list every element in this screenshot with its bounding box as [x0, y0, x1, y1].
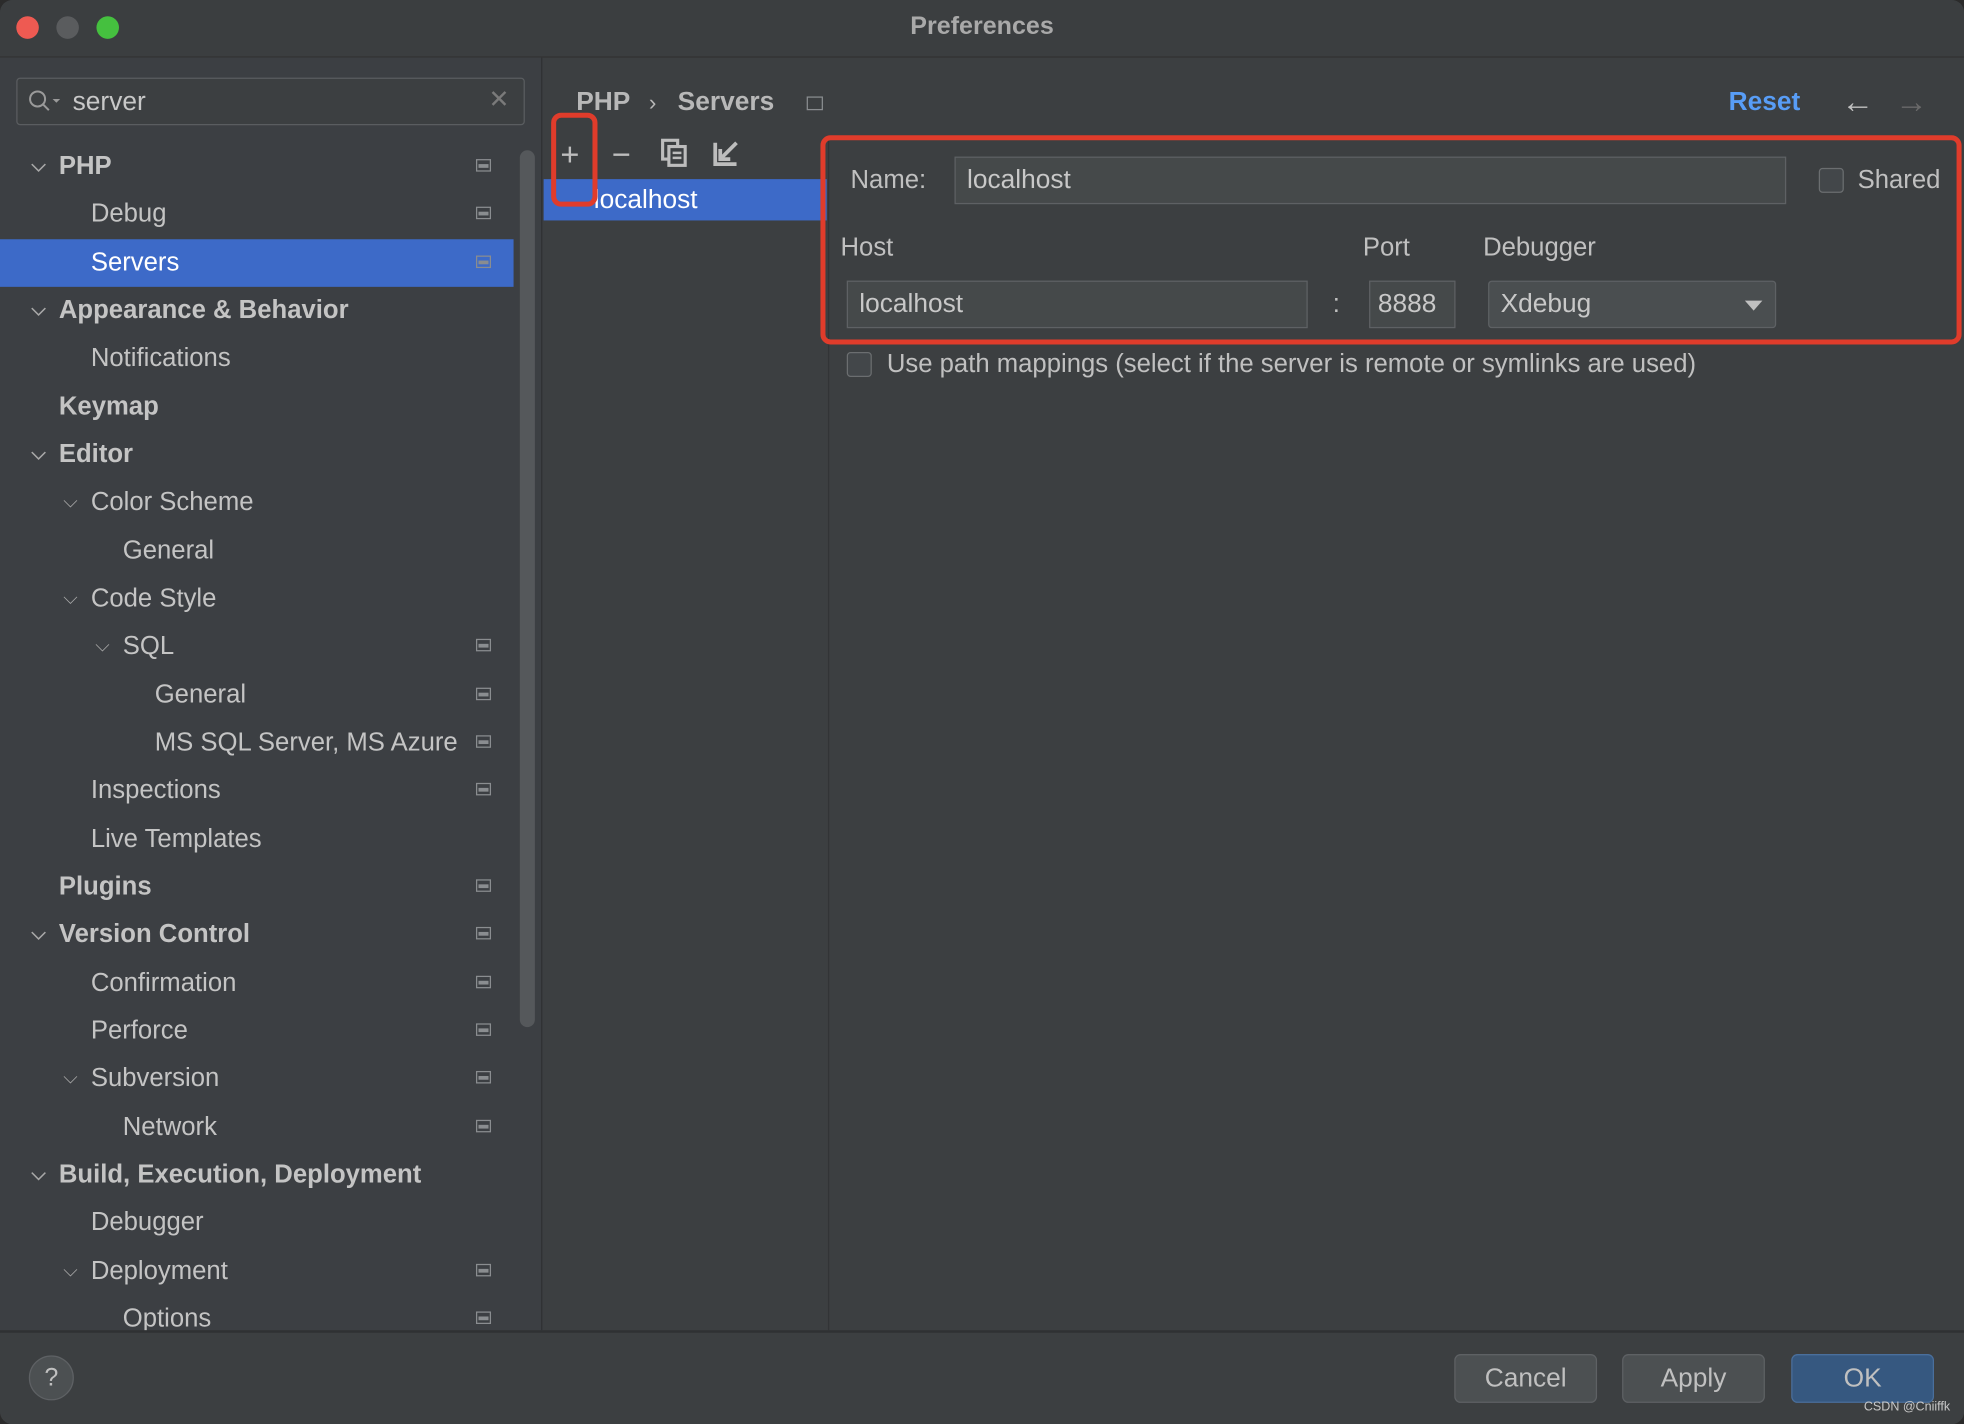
tree-item-label: Confirmation: [90, 967, 237, 997]
tree-item-label: General: [122, 535, 215, 565]
project-scope-icon: [475, 879, 492, 892]
chevron-down-icon[interactable]: ⌵: [63, 1247, 77, 1295]
tree-item-label: Network: [122, 1111, 217, 1141]
window-title: Preferences: [910, 12, 1054, 41]
tree-item[interactable]: ⌵ Code Style: [0, 575, 514, 623]
tree-item[interactable]: MS SQL Server, MS Azure: [0, 719, 514, 767]
path-mappings-checkbox[interactable]: [846, 351, 872, 378]
project-scope-icon: [475, 927, 492, 940]
project-scope-icon: [475, 975, 492, 988]
project-scope-icon: [475, 1119, 492, 1132]
highlight-server-form: [820, 135, 1962, 345]
back-arrow-icon[interactable]: ←: [1841, 83, 1874, 122]
tree-item[interactable]: Debugger: [0, 1199, 514, 1247]
chevron-down-icon[interactable]: ⌵: [31, 1151, 45, 1199]
chevron-down-icon[interactable]: ⌵: [31, 287, 45, 335]
tree-item-label: Subversion: [90, 1063, 220, 1093]
apply-button[interactable]: Apply: [1622, 1354, 1765, 1403]
sidebar-scrollbar[interactable]: [519, 150, 535, 1028]
project-scope-icon: [475, 687, 492, 700]
copy-server-icon[interactable]: [659, 138, 689, 168]
tree-item[interactable]: ⌵ SQL: [0, 623, 514, 671]
tree-item[interactable]: Perforce: [0, 1007, 514, 1055]
tree-item[interactable]: ⌵ Editor: [0, 431, 514, 479]
tree-item-label: Live Templates: [90, 823, 262, 853]
tree-item-label: Servers: [90, 247, 180, 277]
search-value: server: [72, 87, 146, 117]
tree-item[interactable]: Servers: [0, 238, 514, 287]
title-bar: Preferences: [0, 0, 1964, 58]
help-button[interactable]: ?: [28, 1355, 74, 1401]
tree-item[interactable]: Live Templates: [0, 815, 514, 863]
tree-item[interactable]: Confirmation: [0, 959, 514, 1007]
tree-item[interactable]: ⌵ Version Control: [0, 911, 514, 959]
tree-item[interactable]: Inspections: [0, 767, 514, 815]
tree-item-label: Version Control: [58, 919, 251, 949]
tree-item[interactable]: General: [0, 527, 514, 575]
tree-item-label: General: [154, 679, 247, 709]
project-scope-icon: [475, 639, 492, 652]
cancel-button[interactable]: Cancel: [1454, 1354, 1598, 1403]
tree-item[interactable]: Keymap: [0, 383, 514, 431]
project-scope-icon: [475, 255, 492, 268]
ok-button[interactable]: OK: [1791, 1354, 1935, 1403]
tree-item[interactable]: General: [0, 671, 514, 719]
breadcrumb-separator: ›: [648, 90, 657, 116]
project-scope-icon: [475, 159, 492, 172]
reset-link[interactable]: Reset: [1729, 88, 1801, 118]
import-server-icon[interactable]: [711, 138, 741, 168]
chevron-down-icon[interactable]: ⌵: [63, 575, 77, 623]
tree-item[interactable]: Plugins: [0, 863, 514, 911]
chevron-down-icon[interactable]: ⌵: [95, 623, 109, 671]
tree-item[interactable]: ⌵ Appearance & Behavior: [0, 287, 514, 335]
project-scope-icon: [475, 207, 492, 220]
remove-server-button[interactable]: −: [603, 135, 641, 174]
tree-item-label: Notifications: [90, 343, 231, 373]
tree-item-label: Deployment: [90, 1255, 228, 1285]
clear-search-icon[interactable]: ✕: [489, 84, 510, 115]
chevron-down-icon[interactable]: ⌵: [31, 143, 45, 191]
tree-item-label: Code Style: [90, 583, 217, 613]
highlight-add-button: [551, 112, 598, 207]
project-scope-icon: [475, 1311, 492, 1324]
tree-item-label: Debug: [90, 199, 167, 229]
search-input[interactable]: server ✕: [16, 77, 525, 126]
tree-item-label: Perforce: [90, 1015, 188, 1045]
project-scope-icon: [475, 1263, 492, 1276]
tree-item[interactable]: Network: [0, 1103, 514, 1151]
tree-item-label: Color Scheme: [90, 487, 254, 517]
tree-item[interactable]: Debug: [0, 191, 514, 239]
tree-item[interactable]: Notifications: [0, 335, 514, 383]
search-icon: [29, 90, 61, 111]
chevron-down-icon[interactable]: ⌵: [31, 911, 45, 959]
tree-item-label: Build, Execution, Deployment: [58, 1159, 422, 1189]
tree-item[interactable]: ⌵ PHP: [0, 143, 514, 191]
breadcrumb-current: Servers: [677, 87, 775, 117]
project-scope-icon: [806, 96, 823, 111]
forward-arrow-icon[interactable]: →: [1895, 83, 1928, 122]
tree-item-label: Editor: [58, 439, 134, 469]
tree-item-label: Plugins: [58, 871, 152, 901]
tree-item-label: Appearance & Behavior: [58, 295, 349, 325]
preferences-window: Preferences server ✕ ⌵ PHP Debug Servers ⌵ Ap…: [0, 0, 1964, 1424]
tree-item-label: Debugger: [90, 1207, 204, 1237]
tree-item-label: PHP: [58, 151, 112, 181]
tree-item[interactable]: ⌵ Color Scheme: [0, 479, 514, 527]
chevron-down-icon[interactable]: ⌵: [31, 431, 45, 479]
tree-item[interactable]: ⌵ Build, Execution, Deployment: [0, 1151, 514, 1199]
tree-item[interactable]: ⌵ Deployment: [0, 1247, 514, 1295]
tree-item-label: Keymap: [58, 391, 159, 421]
tree-item-label: SQL: [122, 631, 175, 661]
chevron-down-icon[interactable]: ⌵: [63, 1055, 77, 1103]
project-scope-icon: [475, 1023, 492, 1036]
tree-item[interactable]: ⌵ Subversion: [0, 1055, 514, 1103]
project-scope-icon: [475, 1071, 492, 1084]
chevron-down-icon[interactable]: ⌵: [63, 479, 77, 527]
tree-item-label: MS SQL Server, MS Azure: [154, 727, 458, 757]
project-scope-icon: [475, 783, 492, 796]
project-scope-icon: [475, 735, 492, 748]
watermark: CSDN @Cniiffk: [1863, 1400, 1951, 1415]
path-mappings-label: Use path mappings (select if the server …: [886, 349, 1697, 379]
tree-item-label: Inspections: [90, 775, 221, 805]
